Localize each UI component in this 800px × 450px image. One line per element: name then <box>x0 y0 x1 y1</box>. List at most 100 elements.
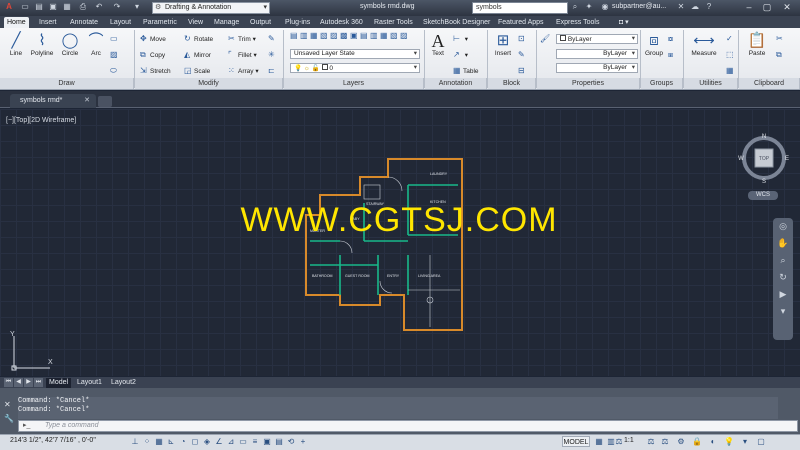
dynamic-ucs-icon[interactable]: ⊿ <box>226 437 236 447</box>
circle-button[interactable]: ◯ Circle <box>57 32 83 57</box>
annotation-monitor-icon[interactable]: + <box>298 437 308 447</box>
ortho-mode-icon[interactable]: ⊾ <box>166 437 176 447</box>
tab-manage[interactable]: Manage <box>211 17 242 28</box>
tab-insert[interactable]: Insert <box>36 17 60 28</box>
insert-button[interactable]: ⊞ Insert <box>490 32 516 57</box>
rotate-button[interactable]: ↻ Rotate <box>184 34 213 43</box>
model-space-button[interactable]: MODEL <box>562 436 590 447</box>
lock-ui-icon[interactable]: 🔒 <box>692 437 702 447</box>
layer-state-dropdown[interactable]: Unsaved Layer State ▾ <box>290 49 420 59</box>
group-edit-button[interactable]: ⧆ <box>668 50 678 60</box>
draw-panel-label[interactable]: Draw <box>0 78 134 89</box>
last-layout-icon[interactable]: ⏭ <box>34 378 43 387</box>
3d-object-snap-icon[interactable]: ◈ <box>202 437 212 447</box>
viewport-controls[interactable]: [−][Top][2D Wireframe] <box>6 117 76 124</box>
offset-button[interactable]: ⊏ <box>268 66 278 75</box>
tab-annotate[interactable]: Annotate <box>67 17 101 28</box>
selection-cycling-icon[interactable]: ⟲ <box>286 437 296 447</box>
tab-parametric[interactable]: Parametric <box>140 17 180 28</box>
save-as-icon[interactable]: ▦ <box>62 2 72 12</box>
exchange-icon[interactable]: ✕ <box>676 2 686 12</box>
match-properties-button[interactable]: 🖌 <box>540 34 550 43</box>
cut-button[interactable]: ✂ <box>776 34 786 43</box>
user-name[interactable]: subpartner@au... <box>612 3 666 10</box>
arc-button[interactable]: ⌒ Arc <box>84 32 108 57</box>
grid-display-icon[interactable]: ▦ <box>154 437 164 447</box>
ungroup-button[interactable]: ⧇ <box>668 34 678 44</box>
workspace-switching-icon[interactable]: ⚙ <box>676 437 686 447</box>
viewcube[interactable]: TOP N S E W <box>738 132 790 184</box>
hatch-button[interactable]: ▨ <box>110 50 120 59</box>
zoom-icon[interactable]: ⌕ <box>773 252 793 269</box>
tab-featured-apps[interactable]: Featured Apps <box>495 17 547 28</box>
clean-screen-icon[interactable]: ▢ <box>756 437 766 447</box>
mirror-button[interactable]: ◭ Mirror <box>184 50 211 59</box>
close-button[interactable]: ✕ <box>780 1 794 13</box>
dimension-button[interactable]: ⊢ ▾ <box>453 34 468 43</box>
tab-layout[interactable]: Layout <box>107 17 134 28</box>
utilities-panel-label[interactable]: Utilities <box>684 78 738 89</box>
scale-button[interactable]: ◲ Scale <box>184 66 210 75</box>
infer-constraints-icon[interactable]: ⊥ <box>130 437 140 447</box>
annotation-scale[interactable]: 1:1 <box>624 437 634 444</box>
hardware-acceleration-icon[interactable]: ◐ <box>708 437 718 447</box>
ellipse-button[interactable]: ⬭ <box>110 66 120 76</box>
compass-south[interactable]: S <box>762 179 766 184</box>
showmotion-icon[interactable]: ▶ <box>773 286 793 303</box>
dynamic-input-icon[interactable]: ▭ <box>238 437 248 447</box>
explode-button[interactable]: ✳ <box>268 50 278 59</box>
plot-icon[interactable]: ⎙ <box>78 2 88 12</box>
orbit-icon[interactable]: ↻ <box>773 269 793 286</box>
annotation-visibility-icon[interactable]: ⚖ <box>646 437 656 447</box>
lineweight-icon[interactable]: ≡ <box>250 437 260 447</box>
quick-view-layouts-icon[interactable]: ▦ <box>594 437 604 447</box>
ribbon-options-icon[interactable]: ◘ ▾ <box>616 17 632 28</box>
tab-layout1[interactable]: Layout1 <box>74 378 105 388</box>
close-icon[interactable]: ✕ <box>4 400 11 409</box>
array-button[interactable]: ⁙ Array ▾ <box>228 66 259 75</box>
compass-east[interactable]: E <box>785 156 789 162</box>
measure-button[interactable]: ⟷ Measure <box>686 32 722 57</box>
fillet-button[interactable]: ⌜ Fillet ▾ <box>228 50 257 59</box>
paste-button[interactable]: 📋 Paste <box>744 32 770 57</box>
status-menu-icon[interactable]: ▾ <box>740 437 750 447</box>
new-icon[interactable]: ▭ <box>20 2 30 12</box>
group-button[interactable]: ⧈ Group <box>642 32 666 57</box>
tab-view[interactable]: View <box>185 17 206 28</box>
move-button[interactable]: ✥ Move <box>140 34 166 43</box>
pan-icon[interactable]: ✋ <box>773 235 793 252</box>
copy-button[interactable]: ⧉ Copy <box>140 50 165 60</box>
quick-access-dropdown-icon[interactable]: ▾ <box>132 2 142 12</box>
color-dropdown[interactable]: ByLayer ▾ <box>556 34 638 44</box>
table-button[interactable]: ▦ Table <box>453 66 479 75</box>
rectangle-button[interactable]: ▭ <box>110 34 120 43</box>
tab-autodesk-360[interactable]: Autodesk 360 <box>317 17 366 28</box>
line-button[interactable]: ╱ Line <box>4 32 28 57</box>
quick-select-button[interactable]: ✓ <box>726 34 736 43</box>
help-icon[interactable]: ? <box>704 2 714 12</box>
autodesk-360-icon[interactable]: ☁ <box>690 2 700 12</box>
edit-attributes-button[interactable]: ⊟ <box>518 66 528 75</box>
object-snap-tracking-icon[interactable]: ∠ <box>214 437 224 447</box>
object-snap-icon[interactable]: ◻ <box>190 437 200 447</box>
tab-raster-tools[interactable]: Raster Tools <box>371 17 416 28</box>
next-layout-icon[interactable]: ▶ <box>24 378 33 387</box>
tab-home[interactable]: Home <box>4 17 29 28</box>
polyline-button[interactable]: ⌇ Polyline <box>28 32 56 57</box>
minimize-button[interactable]: – <box>742 1 756 13</box>
compass-west[interactable]: W <box>738 156 744 162</box>
edit-block-button[interactable]: ✎ <box>518 50 528 59</box>
workspace-dropdown[interactable]: ⚙ Drafting & Annotation ▾ <box>152 2 270 14</box>
undo-icon[interactable]: ↶ <box>94 2 104 12</box>
groups-panel-label[interactable]: Groups <box>641 78 683 89</box>
transparency-icon[interactable]: ▣ <box>262 437 272 447</box>
open-icon[interactable]: ▤ <box>34 2 44 12</box>
polar-tracking-icon[interactable]: ◔ <box>178 437 188 447</box>
steering-wheel-icon[interactable]: ◎ <box>773 218 793 235</box>
redo-icon[interactable]: ↷ <box>112 2 122 12</box>
prev-layout-icon[interactable]: ◀ <box>14 378 23 387</box>
quick-properties-icon[interactable]: ▤ <box>274 437 284 447</box>
lineweight-dropdown[interactable]: ByLayer ▾ <box>556 63 638 73</box>
wrench-icon[interactable]: 🔧 <box>4 414 14 423</box>
tab-output[interactable]: Output <box>247 17 274 28</box>
